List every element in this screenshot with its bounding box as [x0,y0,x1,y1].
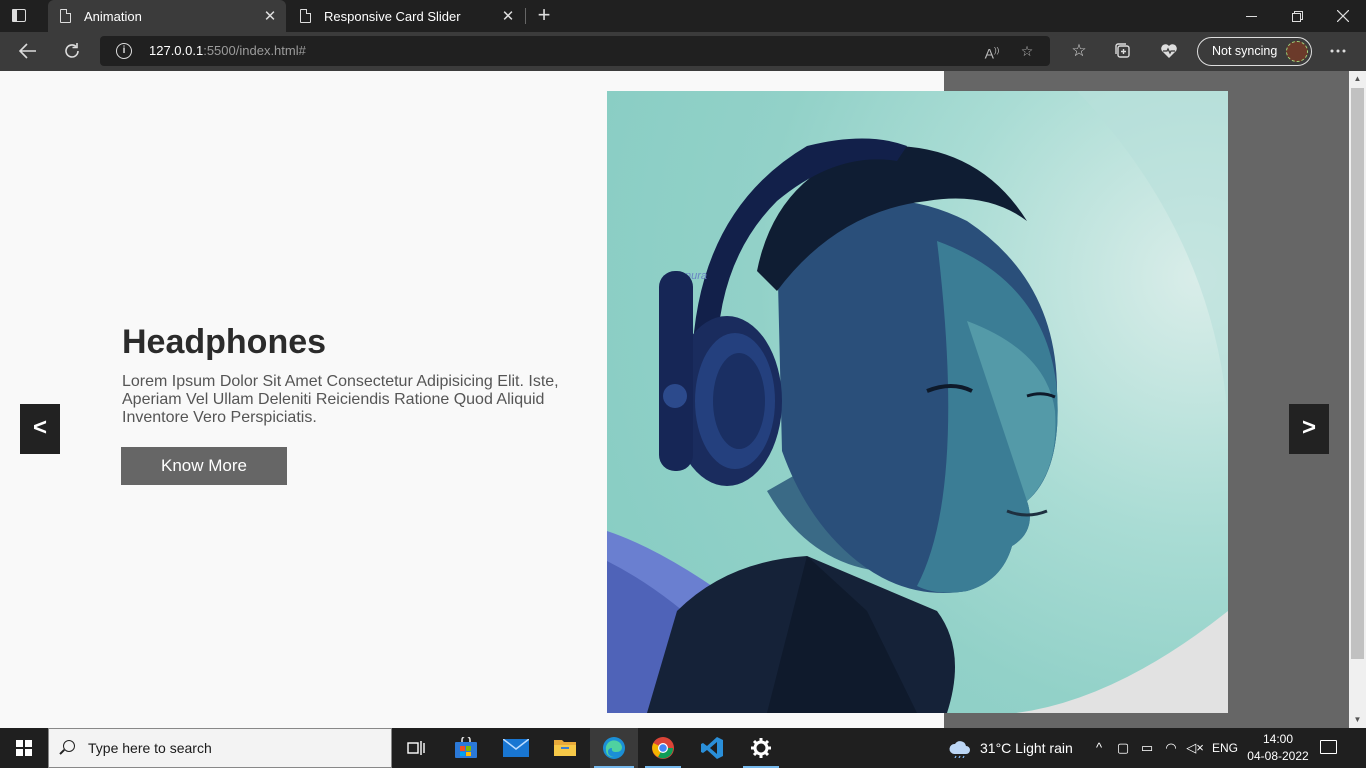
profile-sync-button[interactable]: Not syncing [1197,37,1312,66]
vscode-icon[interactable] [688,728,736,768]
battery-icon[interactable]: ▭ [1135,728,1159,768]
browser-toolbar: i 127.0.0.1:5500/index.html# A)) ☆ ☆ Not… [0,32,1366,71]
add-favorite-icon[interactable]: ☆ [1017,41,1037,61]
tab-divider [525,8,526,24]
refresh-icon[interactable] [58,38,86,64]
chevron-up-icon[interactable]: ^ [1087,728,1111,768]
scroll-up-icon[interactable]: ▲ [1349,71,1366,87]
heartbeat-icon[interactable] [1155,38,1183,64]
vertical-scrollbar[interactable]: ▲ ▼ [1349,71,1366,728]
language-indicator[interactable]: ENG [1212,728,1238,768]
tab-close-icon[interactable]: ✕ [258,7,282,25]
window-close-icon[interactable] [1320,0,1366,32]
minimize-icon[interactable] [1228,0,1274,32]
clock-time: 14:00 [1262,732,1294,746]
headphones-photo: nura [607,91,1228,713]
address-bar[interactable]: i 127.0.0.1:5500/index.html# A)) ☆ [100,36,1050,66]
start-button[interactable] [0,728,48,768]
new-tab-plus-icon[interactable]: + [534,4,554,26]
tab-title: Responsive Card Slider [324,8,461,24]
know-more-button[interactable]: Know More [121,447,287,485]
collections-icon[interactable] [1109,38,1137,64]
weather-cloud-icon[interactable] [946,728,974,768]
page-icon [60,9,71,23]
scroll-thumb[interactable] [1351,88,1364,659]
info-icon[interactable]: i [116,43,132,59]
page-icon [300,9,311,23]
file-explorer-icon[interactable] [541,728,589,768]
windows-taskbar: Type here to search 31°C Light rain ^ ▢ … [0,728,1366,768]
taskbar-search-input[interactable]: Type here to search [48,728,392,768]
search-icon [63,740,75,752]
url-text[interactable]: 127.0.0.1:5500/index.html# [149,43,306,58]
settings-gear-icon[interactable] [737,728,785,768]
taskbar-clock[interactable]: 14:00 04-08-2022 [1238,731,1318,765]
next-slide-button[interactable]: > [1289,404,1329,454]
mail-icon[interactable] [492,728,540,768]
volume-muted-icon[interactable]: ◁× [1183,728,1207,768]
meet-now-icon[interactable]: ▢ [1111,728,1135,768]
slide-title: Headphones [122,323,327,361]
notification-icon[interactable] [1320,740,1337,754]
search-placeholder: Type here to search [88,740,212,756]
windows-logo-icon [16,740,32,756]
page-viewport: nura Headphones Lorem Ipsum Dolor Sit Am… [0,71,1349,728]
tab-actions-icon[interactable] [10,7,30,25]
tab-animation[interactable]: Animation ✕ [48,0,286,32]
prev-slide-button[interactable]: < [20,404,60,454]
clock-date: 04-08-2022 [1247,749,1309,763]
more-dots-icon[interactable] [1324,38,1352,64]
read-aloud-icon[interactable]: A)) [982,41,1002,62]
tab-strip: Animation ✕ Responsive Card Slider ✕ + [0,0,1366,32]
task-view-icon[interactable] [392,728,440,768]
restore-icon[interactable] [1274,0,1320,32]
edge-icon[interactable] [590,728,638,768]
sync-status-label: Not syncing [1212,44,1278,58]
wifi-icon[interactable]: ◠ [1159,728,1183,768]
tab-close-icon[interactable]: ✕ [496,7,520,25]
chrome-icon[interactable] [639,728,687,768]
scroll-down-icon[interactable]: ▼ [1349,712,1366,728]
tab-responsive-card-slider[interactable]: Responsive Card Slider ✕ [288,0,524,32]
back-arrow-icon[interactable] [14,38,42,64]
microsoft-store-icon[interactable] [442,728,490,768]
slide-description: Lorem Ipsum Dolor Sit Amet Consectetur A… [122,373,559,426]
tab-title: Animation [84,8,142,24]
favorites-icon[interactable]: ☆ [1065,38,1093,64]
avatar [1286,41,1308,62]
weather-text[interactable]: 31°C Light rain [980,728,1073,768]
